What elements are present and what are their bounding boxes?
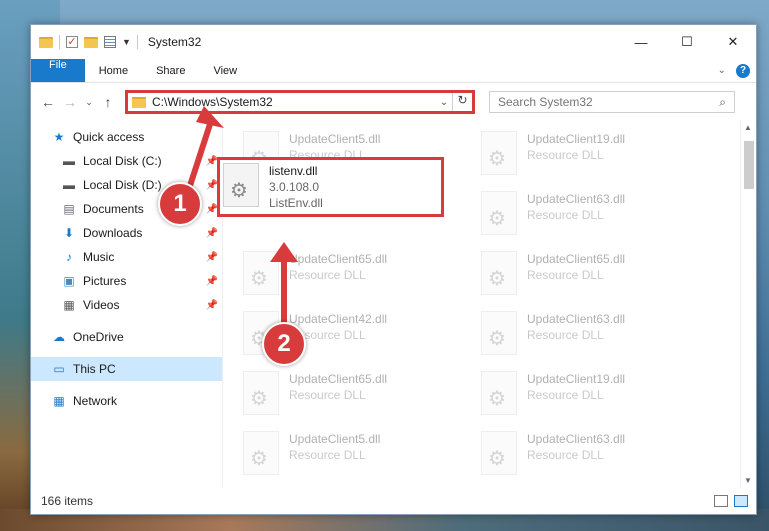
step-callout-2: 2 [262, 322, 306, 366]
arrow-1-head [196, 106, 224, 128]
annotation-arrows [183, 106, 298, 330]
arrow-2-head [270, 242, 298, 262]
step-callout-1: 1 [158, 182, 202, 226]
